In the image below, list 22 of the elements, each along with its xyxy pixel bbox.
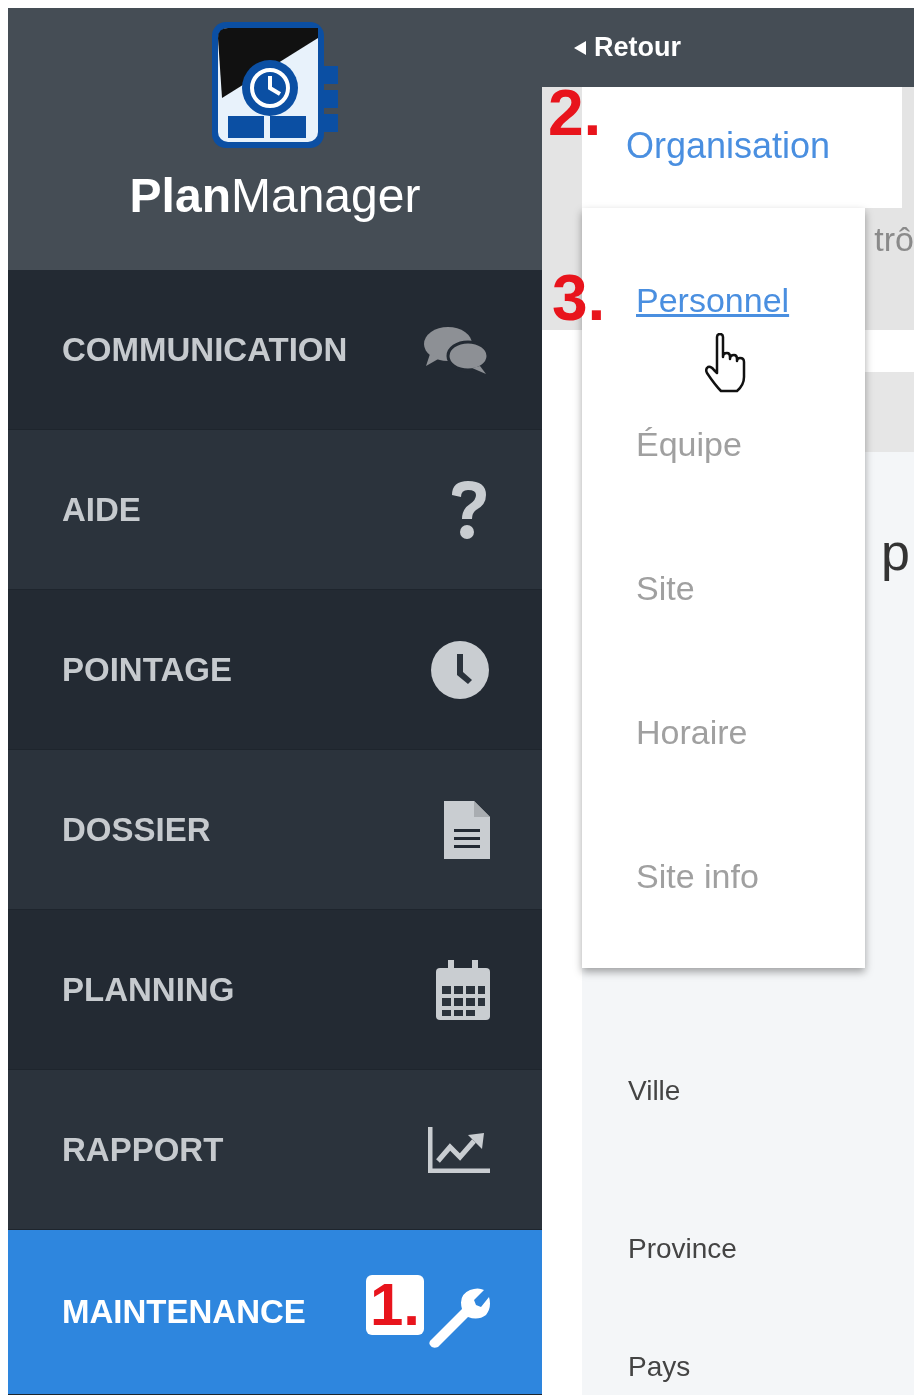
field-label: Ville [628,1074,682,1108]
back-link[interactable]: Retour [574,27,681,68]
caret-icon [574,40,586,55]
sidebar-item[interactable]: PLANNING [8,910,542,1070]
step-number: 1. [365,1275,424,1335]
field-label: Province [628,1232,738,1266]
clock-icon [430,639,490,700]
wrench-icon [428,1287,490,1349]
field-label: Pays [628,1350,692,1384]
tab-label: trô [874,218,914,260]
sidebar-item[interactable]: POINTAGE [8,590,542,750]
document-icon [444,800,490,859]
app-name: PlanManager [129,172,421,220]
step-number: 3. [552,266,606,330]
sidebar-item[interactable]: DOSSIER [8,750,542,910]
heading-text: p [881,522,910,583]
line-chart-icon [428,1126,490,1173]
calendar-icon [436,959,490,1020]
sidebar-item[interactable]: COMMUNICATION [8,270,542,430]
sidebar-item[interactable]: MAINTENANCE 1. [8,1230,542,1395]
sidebar-item[interactable]: RAPPORT [8,1070,542,1230]
sidebar-item[interactable]: AIDE [8,430,542,590]
